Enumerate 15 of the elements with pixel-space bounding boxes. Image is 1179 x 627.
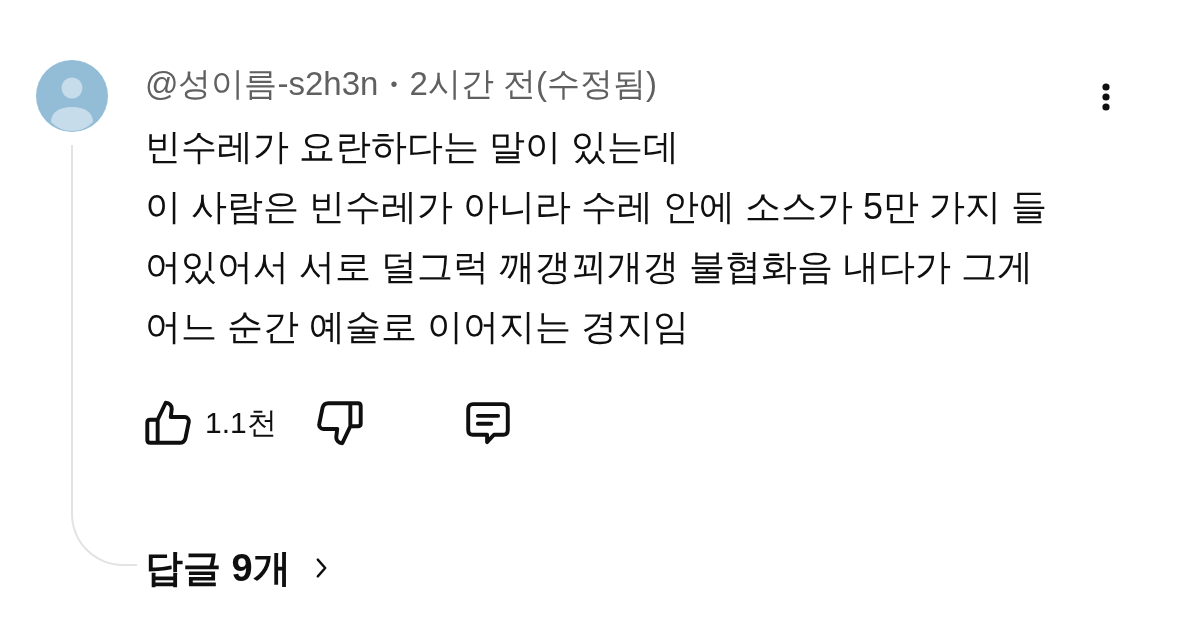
separator-dot: • bbox=[390, 72, 398, 96]
comment-icon bbox=[464, 400, 511, 446]
timestamp: 2시간 전(수정됨) bbox=[409, 63, 657, 104]
more-vertical-icon bbox=[1102, 83, 1110, 111]
avatar-icon bbox=[36, 60, 108, 132]
like-button[interactable] bbox=[145, 400, 191, 446]
thumbs-up-icon bbox=[145, 400, 191, 446]
thumbs-down-icon bbox=[316, 400, 363, 446]
like-count: 1.1천 bbox=[205, 404, 277, 441]
chevron-right-icon bbox=[314, 556, 328, 580]
reply-button[interactable] bbox=[464, 400, 511, 446]
author-handle[interactable]: @성이름-s2h3n bbox=[145, 61, 379, 107]
replies-toggle[interactable]: 답글 9개 bbox=[145, 543, 328, 593]
comment-text: 빈수레가 요란하다는 말이 있는데 이 사람은 빈수레가 아니라 수레 안에 소스가 5만 가지 들어있어서 서로 덜그럭 깨갱꾀개갱 불협화음 내다가 그게 어느 순간 예술로 이어지는 경지임 bbox=[145, 125, 1049, 349]
dislike-button[interactable] bbox=[316, 400, 363, 446]
